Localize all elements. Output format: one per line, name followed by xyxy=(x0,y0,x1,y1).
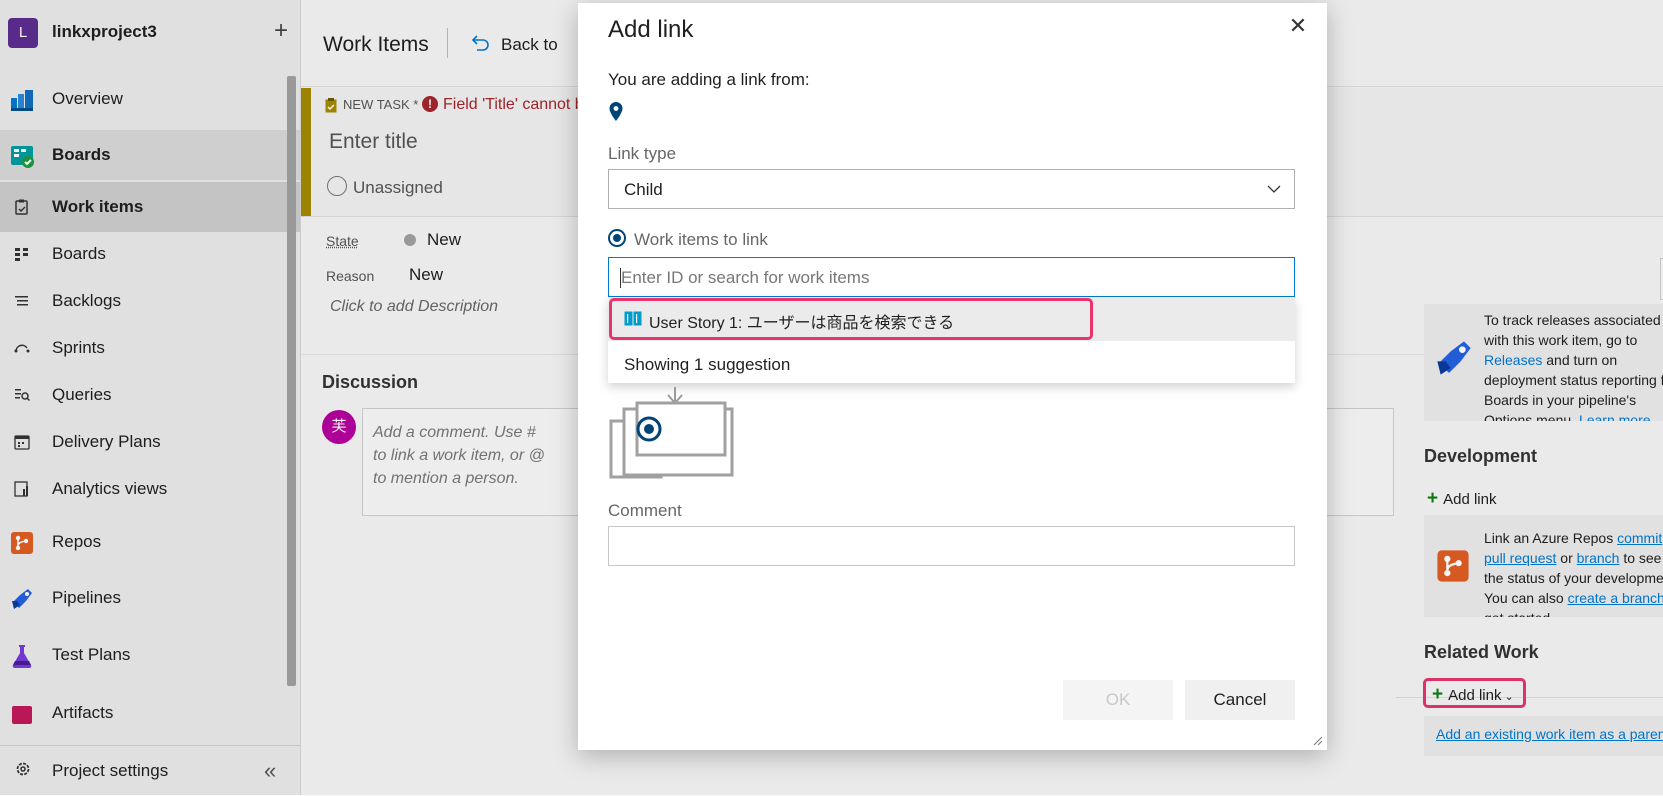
comment-label: Comment xyxy=(608,501,682,520)
search-work-items-input[interactable]: Enter ID or search for work items xyxy=(608,257,1295,297)
link-type-label: Link type xyxy=(608,144,677,163)
work-items-to-link-label: Work items to link xyxy=(634,230,768,249)
link-source-label: You are adding a link from: xyxy=(608,70,810,89)
search-placeholder: Enter ID or search for work items xyxy=(621,268,870,287)
link-type-dropdown[interactable]: Child xyxy=(608,169,1295,209)
chevron-down-icon xyxy=(1267,185,1281,193)
add-link-dialog: Add link ✕ You are adding a link from: L… xyxy=(578,3,1327,750)
link-type-diagram xyxy=(609,387,734,479)
cancel-button[interactable]: Cancel xyxy=(1185,680,1295,720)
link-type-value: Child xyxy=(624,180,663,199)
suggestion-item[interactable]: User Story 1: ユーザーは商品を検索できる xyxy=(608,297,1295,341)
dialog-title: Add link xyxy=(608,16,694,43)
close-icon[interactable]: ✕ xyxy=(1283,11,1313,41)
suggestion-count: Showing 1 suggestion xyxy=(624,355,791,374)
location-pin-icon xyxy=(609,102,623,121)
suggestion-highlight-box xyxy=(609,298,1093,340)
suggestions-dropdown: User Story 1: ユーザーは商品を検索できる Showing 1 su… xyxy=(608,297,1295,383)
work-items-radio[interactable] xyxy=(608,229,626,247)
comment-input[interactable] xyxy=(608,526,1295,566)
resize-grip-icon[interactable] xyxy=(1311,734,1323,746)
ok-button[interactable]: OK xyxy=(1063,680,1173,720)
